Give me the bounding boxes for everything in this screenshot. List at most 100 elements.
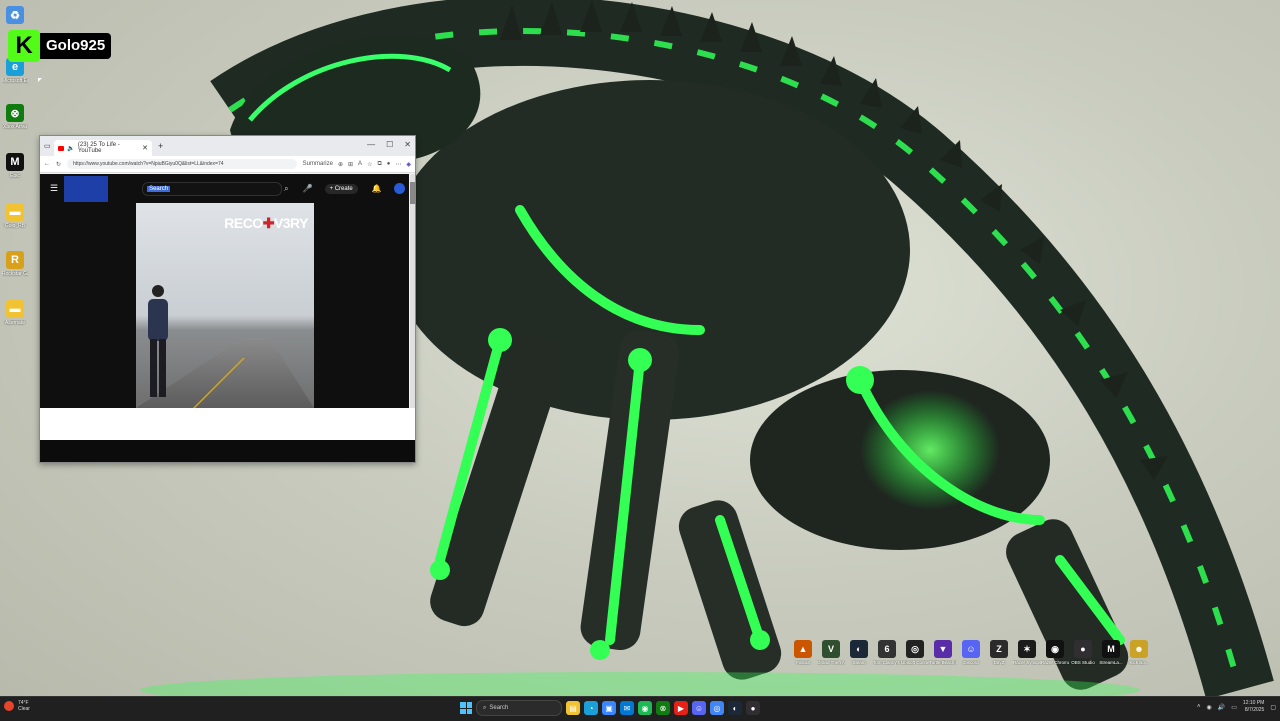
rockstar-desktop-icon[interactable]: R Rockstar Games	[2, 251, 28, 277]
turtle-beach-app-icon: ▼	[934, 640, 952, 658]
streamer-name: Golo925	[40, 33, 112, 59]
youtube-logo-blurred[interactable]	[64, 175, 109, 202]
steam-taskbar-icon[interactable]: ◐	[728, 701, 742, 715]
streamlabs-app[interactable]: M StreamLa...	[1099, 640, 1123, 665]
search-icon: ⌕	[483, 704, 487, 711]
xbox-icon[interactable]: ⊗	[656, 701, 670, 715]
search-text: Search	[147, 185, 171, 192]
steam-app[interactable]: ◐ Steam	[848, 640, 870, 665]
desktop-icon-label: Rockstar Games	[2, 271, 28, 277]
hamburger-menu-icon[interactable]: ☰	[50, 183, 58, 194]
shelf-app-label: Tom Clancy's Rainbow Si...	[873, 660, 901, 665]
page-scrollbar[interactable]	[410, 174, 415, 409]
shelf-app-label: Kick Bo...	[1129, 660, 1149, 665]
obs-studio-app[interactable]: ● OBS Studio	[1071, 640, 1095, 665]
browser-window[interactable]: ▭ 🔈 (23) 25 To Life - YouTube ✕ + — ☐ ✕ …	[39, 135, 416, 463]
razer-chroma-app-icon: ◉	[1046, 640, 1064, 658]
razer-synapse-app[interactable]: ✶ Razer Synapse	[1013, 640, 1041, 665]
favorite-icon[interactable]: ☆	[367, 161, 372, 168]
discord-app[interactable]: ☺ Discord	[960, 640, 982, 665]
avatar[interactable]	[393, 183, 405, 194]
desktop-icon-label: Alternate	[4, 320, 25, 326]
notifications-bell-icon[interactable]: 🔔	[372, 184, 382, 193]
kick-app-icon: ☻	[1130, 640, 1148, 658]
read-aloud-icon[interactable]: A	[358, 161, 362, 168]
mail-icon[interactable]: ✉	[620, 701, 634, 715]
youtube-taskbar-icon[interactable]: ▶	[674, 701, 688, 715]
xbox-app-desktop-icon[interactable]: ⊗ Xbox Ariva	[2, 104, 28, 130]
browser-tab[interactable]: 🔈 (23) 25 To Life - YouTube ✕	[54, 140, 152, 156]
folder-desktop-icon[interactable]: ▬ Golo_RB	[2, 203, 28, 229]
network-icon[interactable]: ◉	[1207, 704, 1212, 711]
shelf-app-label: StreamLa...	[1099, 660, 1123, 665]
system-tray: ˄ ◉ 🔊 ▭ 12:10 PM 8/7/2025 ▢	[1197, 700, 1276, 714]
chrome-icon[interactable]: ◎	[710, 701, 724, 715]
copilot-icon[interactable]: ◆	[406, 161, 411, 168]
turtle-beach-app[interactable]: ▼ Turtle Beach Swarm II	[929, 640, 957, 665]
folder-desktop-icon-2[interactable]: ▬ Alternate	[2, 300, 28, 326]
taskbar-search-input[interactable]: ⌕ Search	[476, 700, 562, 716]
spotify-icon[interactable]: ◉	[638, 701, 652, 715]
weather-widget[interactable]: 74°F Clear	[4, 700, 30, 712]
epic-games-desktop-icon[interactable]: M Epic	[2, 153, 28, 179]
close-window-button[interactable]: ✕	[404, 140, 411, 149]
back-icon[interactable]: ←	[44, 161, 50, 167]
razer-chroma-app[interactable]: ◉ Razer Chroma	[1041, 640, 1069, 665]
edge-taskbar-icon[interactable]: ◔	[584, 701, 598, 715]
folder-icon-2: ▬	[6, 300, 24, 318]
refresh-icon[interactable]: ↻	[56, 161, 61, 168]
browser-titlebar[interactable]: ▭ 🔈 (23) 25 To Life - YouTube ✕ + — ☐ ✕	[40, 136, 415, 156]
steam-app-icon: ◐	[850, 640, 868, 658]
clock[interactable]: 12:10 PM 8/7/2025	[1243, 700, 1264, 714]
tab-actions-icon[interactable]: ▭	[44, 142, 51, 150]
notifications-icon[interactable]: ▢	[1270, 704, 1276, 711]
video-player[interactable]: RECO✚V3RY	[136, 203, 314, 408]
new-tab-button[interactable]: +	[158, 141, 163, 151]
grand-theft-app[interactable]: V Grand Theft Auto V Ent...	[817, 640, 845, 665]
taskbar-center: ⌕ Search ▤ ◔ ▣ ✉ ◉ ⊗ ▶ ☺ ◎ ◐ ●	[460, 700, 760, 716]
recycle-bin-desktop-icon[interactable]: ♻	[2, 6, 28, 24]
dayz-app[interactable]: Z DayZ	[988, 640, 1010, 665]
volume-icon[interactable]: 🔊	[1218, 704, 1225, 711]
summarize-button[interactable]: Summarize	[303, 161, 333, 168]
obs-taskbar-icon[interactable]: ●	[746, 701, 760, 715]
mouse-cursor-icon	[38, 78, 42, 82]
microphone-icon[interactable]: 🎤	[303, 184, 313, 193]
desktop-icon-label: Golo_RB	[4, 223, 26, 229]
kick-logo-icon: K	[8, 30, 40, 62]
create-label: Create	[334, 185, 353, 192]
youtube-search-input[interactable]: Search	[142, 181, 283, 196]
streamlabs-app-icon: M	[1102, 640, 1120, 658]
speaker-icon: 🔈	[67, 145, 75, 152]
kick-app[interactable]: ☻ Kick Bo...	[1128, 640, 1150, 665]
extension-icon[interactable]: ⊕	[338, 161, 343, 168]
shelf-app-label: Grand Theft Auto V Ent...	[817, 660, 845, 665]
discord-taskbar-icon[interactable]: ☺	[692, 701, 706, 715]
more-icon[interactable]: ⋯	[395, 161, 401, 168]
url-field[interactable]: https://www.youtube.com/watch?v=NpiuBGiy…	[67, 159, 297, 169]
start-button[interactable]	[460, 702, 472, 714]
store-icon[interactable]: ▣	[602, 701, 616, 715]
fallout-app[interactable]: ▲ Fallout	[792, 640, 814, 665]
shelf-app-label: Steam	[852, 660, 866, 665]
album-title-art: RECO✚V3RY	[224, 215, 308, 232]
search-icon[interactable]: ⌕	[284, 184, 288, 194]
minimize-button[interactable]: —	[367, 140, 375, 149]
create-button[interactable]: + Create	[324, 183, 358, 194]
profile-icon[interactable]: ●	[387, 161, 391, 168]
window-controls: — ☐ ✕	[367, 140, 411, 149]
maximize-button[interactable]: ☐	[386, 140, 393, 149]
scrollbar-thumb[interactable]	[410, 182, 415, 204]
taskbar-search-placeholder: Search	[489, 705, 509, 711]
rainbow-six-app[interactable]: 6 Tom Clancy's Rainbow Si...	[873, 640, 901, 665]
album-title-part-2: V3RY	[273, 215, 309, 231]
close-tab-icon[interactable]: ✕	[142, 144, 148, 152]
tray-overflow-icon[interactable]: ˄	[1197, 704, 1201, 710]
battery-icon[interactable]: ▭	[1231, 704, 1237, 711]
razer-synapse-app-icon: ✶	[1018, 640, 1036, 658]
album-person-artwork	[148, 285, 168, 397]
grid-icon[interactable]: ⊞	[348, 161, 353, 168]
file-explorer-icon[interactable]: ▤	[566, 701, 580, 715]
ubisoft-app[interactable]: ◎ Ubisoft Connect	[901, 640, 929, 665]
collections-icon[interactable]: ⧉	[377, 161, 381, 168]
